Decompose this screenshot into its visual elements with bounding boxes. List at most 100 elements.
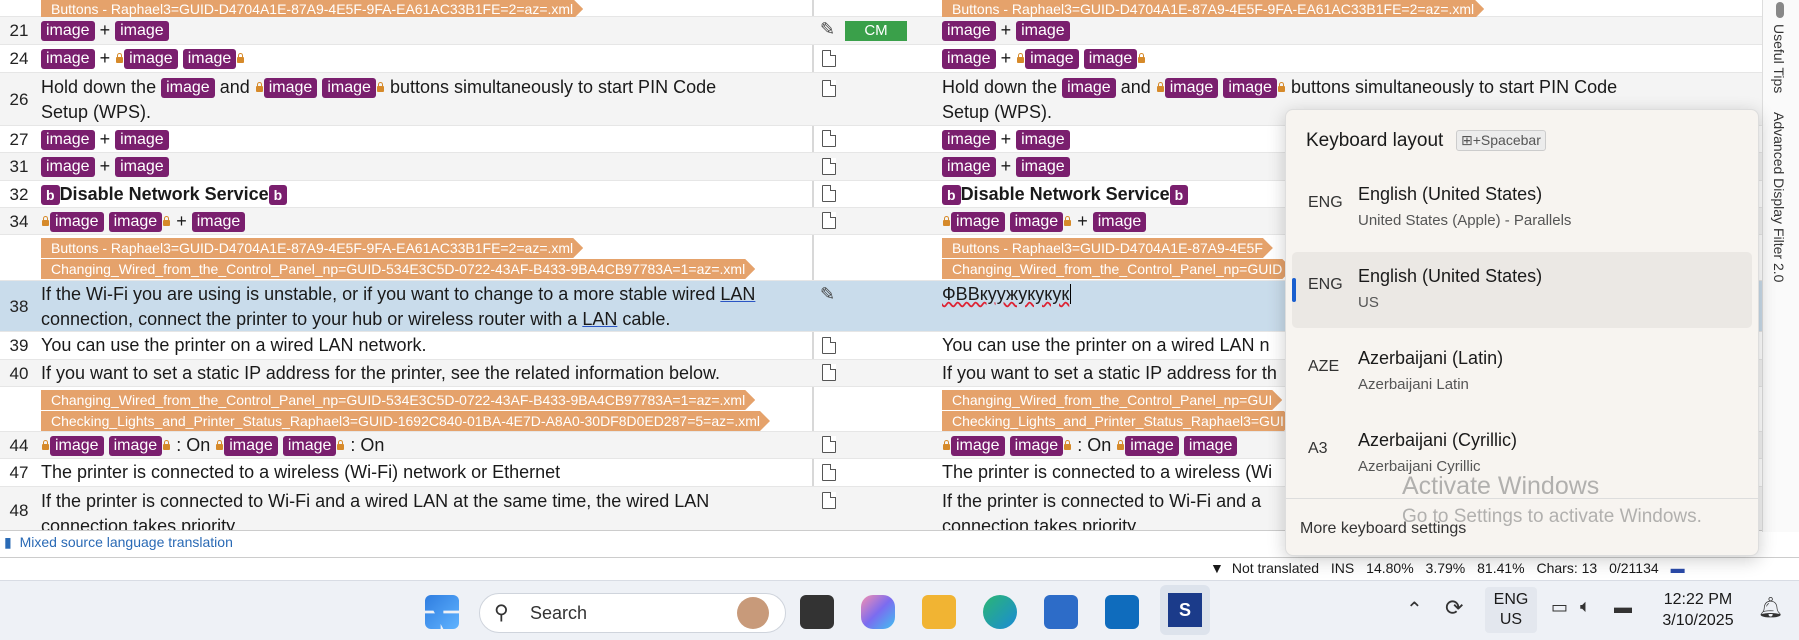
table-row[interactable]: 21 image + image ✎ CM image + image: [0, 17, 1762, 45]
lock-icon: [1017, 53, 1025, 63]
image-tag: image: [124, 49, 178, 69]
image-tag: image: [1223, 78, 1277, 98]
image-tag: image: [1125, 436, 1179, 456]
structure-tag: Changing_Wired_from_the_Control_Panel_np…: [41, 390, 755, 410]
image-tag: image: [1183, 436, 1238, 456]
image-tag: image: [115, 157, 169, 177]
document-icon: [822, 337, 836, 354]
volume-icon[interactable]: 🔈︎: [1580, 596, 1591, 617]
lock-icon: [1117, 440, 1125, 450]
image-tag: image: [1083, 49, 1138, 69]
image-tag: image: [1016, 157, 1070, 177]
file-explorer-icon[interactable]: [922, 595, 956, 629]
outlook-icon[interactable]: [1105, 595, 1139, 629]
sync-icon[interactable]: ⟳: [1445, 595, 1463, 621]
image-tag: image: [50, 436, 104, 456]
status-bar: ▼ Not translated INS 14.80% 3.79% 81.41% …: [0, 557, 1799, 579]
lock-icon: [42, 440, 49, 450]
show-hidden-icons[interactable]: ⌃: [1406, 597, 1423, 622]
right-sidebar: Useful Tips Advanced Display Filter 2.0: [1762, 0, 1799, 532]
copilot-icon[interactable]: [861, 595, 895, 629]
structure-tag: Changing_Wired_from_the_Control_Panel_np…: [41, 259, 755, 279]
edit-confirmed-icon[interactable]: ✎: [820, 19, 835, 40]
image-tag: image: [942, 49, 996, 69]
shortcut-hint: ⊞+Spacebar: [1456, 130, 1546, 151]
activation-watermark-subtitle: Go to Settings to activate Windows.: [1402, 506, 1702, 527]
segment-number: 24: [9, 49, 29, 68]
image-tag: image: [224, 436, 278, 456]
image-tag: image: [263, 78, 318, 98]
not-translated-status[interactable]: Not translated: [1232, 558, 1319, 578]
edge-icon[interactable]: [983, 595, 1017, 629]
segment-number: 21: [9, 21, 29, 40]
mixed-language-link[interactable]: Mixed source language translation: [20, 534, 233, 550]
battery-icon[interactable]: ▬: [1614, 597, 1632, 618]
network-icon[interactable]: ▭: [1551, 597, 1568, 618]
bold-tag: b: [942, 185, 961, 205]
document-icon: [822, 436, 836, 453]
useful-tips-tab[interactable]: Useful Tips: [1771, 24, 1787, 93]
image-tag: image: [41, 21, 95, 41]
document-icon: [822, 464, 836, 481]
task-view-icon[interactable]: [800, 595, 834, 629]
structure-tag: Changing_Wired_from_the_Control_Panel_np…: [942, 390, 1282, 410]
advanced-display-filter-tab[interactable]: Advanced Display Filter 2.0: [1771, 112, 1787, 282]
image-tag: image: [41, 157, 95, 177]
bold-tag: b: [41, 185, 60, 205]
taskbar-search[interactable]: ⚲ Search: [479, 593, 786, 633]
image-tag: image: [1062, 78, 1116, 98]
target-text[interactable]: ФВВкуужукукук: [942, 284, 1069, 304]
store-icon[interactable]: [1044, 595, 1078, 629]
insert-mode[interactable]: INS: [1331, 558, 1354, 578]
segment-number: 40: [9, 364, 29, 383]
popup-title: Keyboard layout: [1306, 130, 1444, 151]
image-tag: image: [41, 49, 95, 69]
layout-option-eng-apple[interactable]: ENG English (United States) United State…: [1292, 170, 1752, 246]
image-tag: image: [191, 212, 246, 232]
image-tag: image: [115, 130, 169, 150]
image-tag: image: [108, 212, 163, 232]
lock-icon: [116, 53, 124, 63]
lock-icon: [163, 440, 171, 450]
start-button[interactable]: [425, 595, 459, 629]
document-icon: [822, 364, 836, 381]
lock-icon: [237, 53, 245, 63]
search-highlight-image: [737, 597, 769, 629]
scrollbar-thumb[interactable]: [1776, 2, 1784, 18]
document-icon: [822, 50, 836, 67]
progress-2: 3.79%: [1425, 560, 1466, 576]
image-tag: image: [1025, 49, 1079, 69]
lock-icon: [163, 216, 171, 226]
search-icon: ⚲: [494, 602, 509, 624]
segment-number: 38: [9, 297, 29, 316]
document-icon: [822, 158, 836, 175]
lock-icon: [1277, 82, 1285, 92]
document-icon: [822, 212, 836, 229]
windows-key-icon: ⊞: [1461, 132, 1473, 148]
segment-number: 27: [9, 130, 29, 149]
segment-number: 48: [9, 501, 29, 520]
lock-icon: [255, 82, 263, 92]
layout-option-aze-latin[interactable]: AZE Azerbaijani (Latin) Azerbaijani Lati…: [1292, 334, 1752, 410]
bold-tag: b: [268, 185, 288, 205]
input-language-indicator[interactable]: ENG US: [1485, 587, 1537, 633]
active-app-tile[interactable]: S: [1160, 585, 1210, 635]
notification-bell-icon[interactable]: 🔔︎: [1758, 595, 1783, 620]
filter-icon: ▼: [1210, 560, 1224, 576]
image-tag: image: [1016, 130, 1070, 150]
image-tag: image: [322, 78, 376, 98]
lock-icon: [943, 440, 950, 450]
table-row[interactable]: 24 image + image image image + image ima…: [0, 45, 1762, 73]
progress-1: 14.80%: [1366, 560, 1414, 576]
clock[interactable]: 12:22 PM 3/10/2025: [1650, 589, 1746, 631]
editing-pencil-icon[interactable]: ✎: [820, 284, 835, 305]
table-row[interactable]: Buttons - Raphael3=GUID-D4704A1E-87A9-4E…: [0, 0, 1762, 17]
image-tag: image: [942, 21, 996, 41]
segment-count: 0/21134: [1609, 560, 1659, 576]
lock-icon: [376, 82, 384, 92]
structure-tag: Checking_Lights_and_Printer_Status_Rapha…: [942, 411, 1294, 431]
layout-option-eng-us[interactable]: ENG English (United States) US: [1292, 252, 1752, 328]
progress-3: 81.41%: [1477, 560, 1525, 576]
lock-icon: [1064, 216, 1072, 226]
lock-icon: [42, 216, 49, 226]
